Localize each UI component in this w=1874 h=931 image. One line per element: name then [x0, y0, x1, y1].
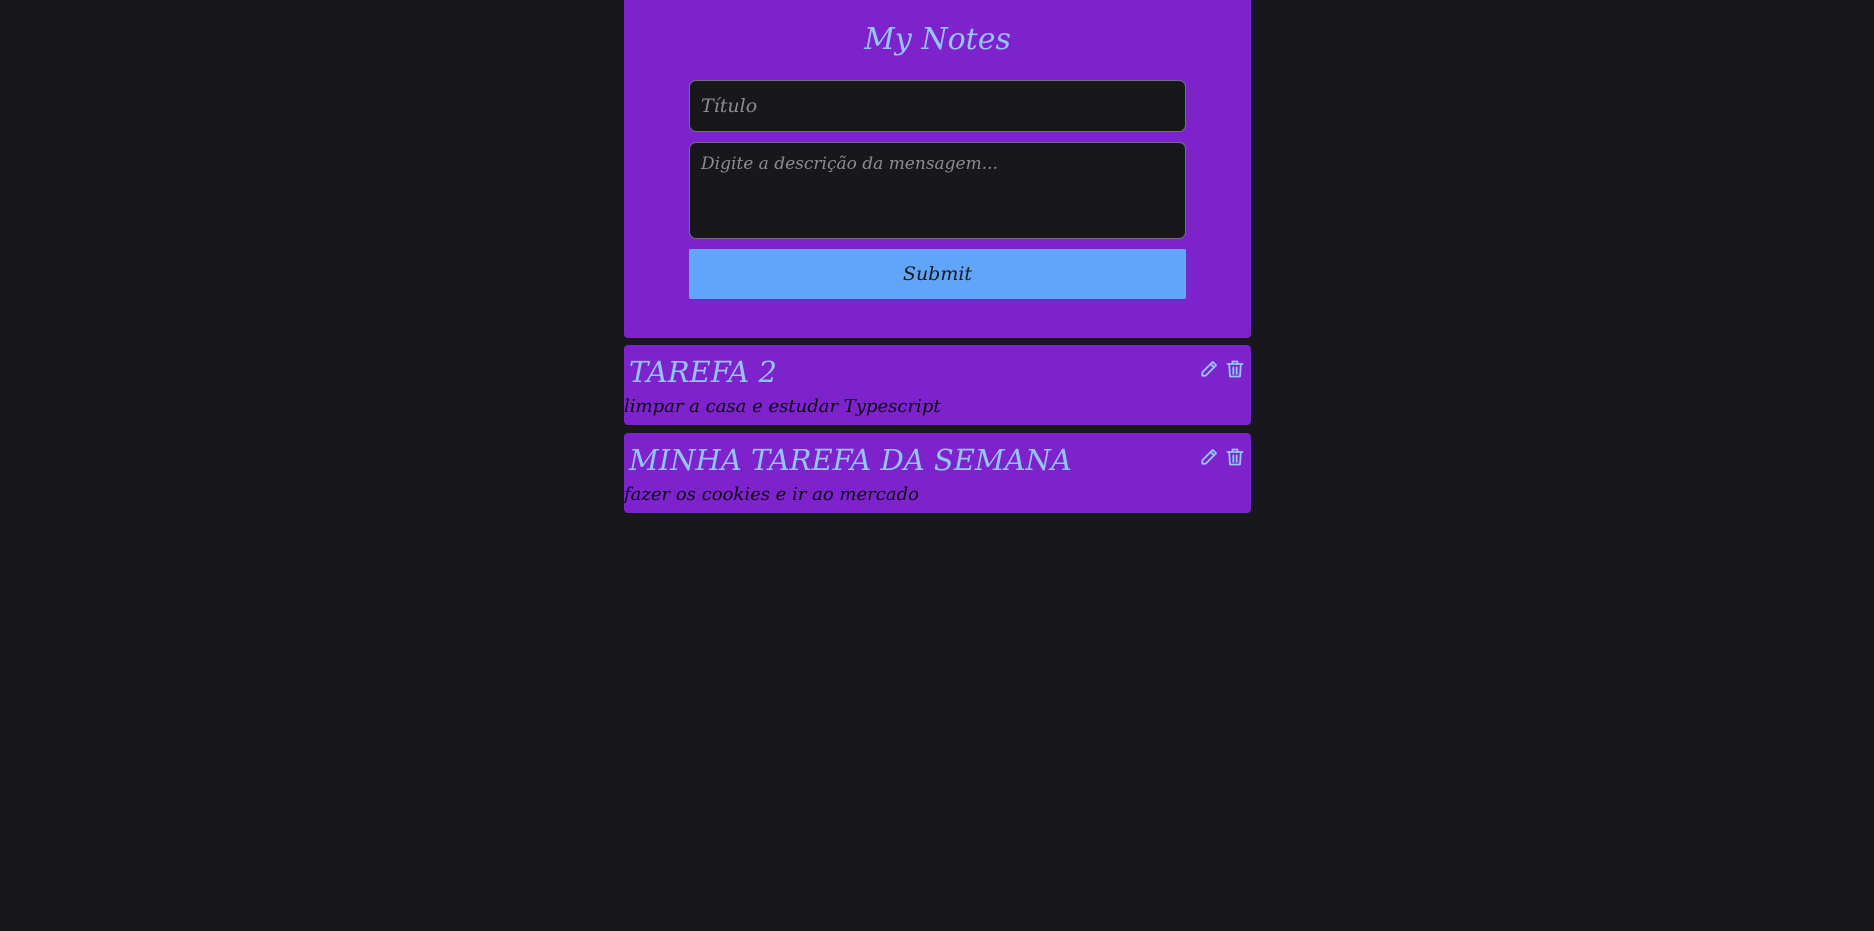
note-description: fazer os cookies e ir ao mercado [624, 484, 919, 505]
edit-button[interactable] [1198, 445, 1220, 469]
description-input[interactable] [689, 142, 1186, 239]
trash-icon [1226, 360, 1244, 378]
pencil-icon [1201, 361, 1217, 377]
notes-app: My Notes Submit TAREFA 2 [624, 0, 1251, 513]
note-title: MINHA TAREFA DA SEMANA [629, 443, 1072, 477]
title-input[interactable] [689, 80, 1186, 132]
trash-icon [1226, 448, 1244, 466]
note-card: TAREFA 2 limpar a casa e estudar Typescr… [624, 345, 1251, 425]
edit-button[interactable] [1198, 357, 1220, 381]
app-title: My Notes [864, 22, 1011, 57]
note-form-card: My Notes Submit [624, 0, 1251, 338]
note-actions [1198, 445, 1246, 469]
note-card: MINHA TAREFA DA SEMANA fazer os cookies … [624, 433, 1251, 513]
note-description: limpar a casa e estudar Typescript [624, 396, 941, 417]
delete-button[interactable] [1224, 445, 1246, 469]
pencil-icon [1201, 449, 1217, 465]
submit-button[interactable]: Submit [689, 249, 1186, 299]
note-actions [1198, 357, 1246, 381]
note-title: TAREFA 2 [629, 355, 777, 389]
delete-button[interactable] [1224, 357, 1246, 381]
